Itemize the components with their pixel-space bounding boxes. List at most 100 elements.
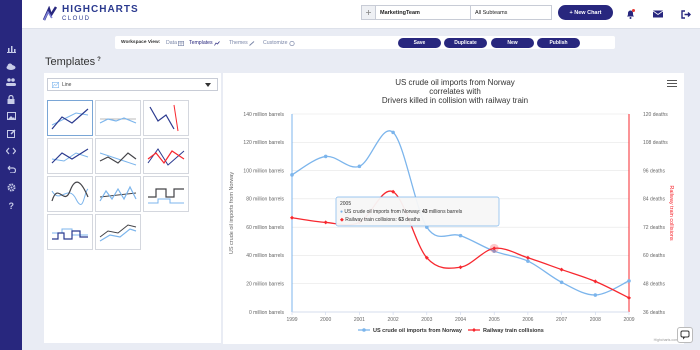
undo-icon[interactable] xyxy=(0,162,22,176)
template-preview-icon xyxy=(52,228,88,240)
series-oil-point xyxy=(526,259,530,263)
lock-icon[interactable] xyxy=(0,92,22,106)
template-preview-icon xyxy=(149,104,179,132)
template-thumbnail[interactable] xyxy=(143,100,189,136)
logo-mark-icon xyxy=(42,6,58,21)
tab-templates-label: Templates xyxy=(189,40,213,46)
brush-icon xyxy=(248,40,255,46)
series-oil-point xyxy=(357,164,362,169)
workspace-toolbar: Workspace View: Data Templates Themes Cu… xyxy=(115,36,615,49)
series-oil-point xyxy=(559,280,564,285)
tooltip-year: 2005 xyxy=(340,201,351,207)
x-tick-label: 2002 xyxy=(388,317,399,323)
x-tick-label: 2008 xyxy=(590,317,601,323)
workspace-view-label: Workspace View: xyxy=(121,40,161,45)
x-tick-label: 2004 xyxy=(455,317,466,323)
logout-icon[interactable] xyxy=(680,8,692,20)
y-axis-title: US crude oil imports from Norway xyxy=(229,172,235,254)
tab-themes[interactable]: Themes xyxy=(229,40,255,46)
team-select[interactable]: MarketingTeam xyxy=(376,6,471,19)
code-icon[interactable] xyxy=(0,144,22,158)
bell-icon[interactable] xyxy=(624,8,636,20)
subteam-select[interactable]: All Subteams xyxy=(471,6,551,19)
template-type-dropdown[interactable]: Line xyxy=(47,78,218,91)
new-button[interactable]: New xyxy=(491,38,534,48)
cloud-icon[interactable] xyxy=(0,59,22,73)
series-collisions-point xyxy=(525,255,530,260)
template-thumbnail[interactable] xyxy=(143,138,189,174)
help-icon[interactable]: ? xyxy=(0,198,22,212)
tab-customize[interactable]: Customize xyxy=(263,40,295,46)
template-thumbnail[interactable] xyxy=(47,138,93,174)
gear-icon[interactable] xyxy=(0,180,22,194)
template-thumbnail[interactable] xyxy=(95,100,141,136)
y-tick-label: 100 million barrels xyxy=(243,168,284,174)
y2-tick-label: 96 deaths xyxy=(643,168,665,174)
new-chart-button[interactable]: + New Chart xyxy=(558,5,613,20)
template-thumbnail[interactable] xyxy=(95,214,141,250)
series-oil-point xyxy=(290,173,294,177)
template-thumbnail[interactable] xyxy=(47,214,93,250)
publish-button[interactable]: Publish xyxy=(537,38,580,48)
y-tick-label: 40 million barrels xyxy=(246,253,284,259)
template-preview-icon xyxy=(99,152,137,166)
sidebar: ? xyxy=(0,0,22,350)
chevron-down-icon xyxy=(205,83,211,87)
y-tick-label: 80 million barrels xyxy=(246,197,284,203)
x-tick-label: 2007 xyxy=(556,317,567,323)
x-tick-label: 2003 xyxy=(421,317,432,323)
series-oil-point xyxy=(593,293,598,297)
series-collisions-point xyxy=(458,265,463,270)
save-button[interactable]: Save xyxy=(398,38,441,48)
line-chart-icon xyxy=(52,81,59,88)
series-oil-point xyxy=(458,233,463,238)
tooltip-line-oil: ● US crude oil imports from Norway: 43 m… xyxy=(340,209,463,215)
credits-label: Highcharts.com xyxy=(654,338,678,342)
legend-oil-marker xyxy=(362,328,366,332)
table-icon xyxy=(177,40,184,46)
series-collisions-point xyxy=(593,279,598,284)
template-thumbnail[interactable] xyxy=(143,176,189,212)
feedback-button[interactable] xyxy=(677,327,693,343)
brand-name: HIGHCHARTS xyxy=(62,4,139,15)
info-icon[interactable]: ? xyxy=(97,57,101,63)
users-icon[interactable] xyxy=(0,75,22,89)
template-preview-icon xyxy=(51,181,89,205)
chart-title-line: correlates with xyxy=(429,87,481,96)
y-tick-label: 0 million barrels xyxy=(249,310,285,316)
charts-icon[interactable] xyxy=(0,42,22,56)
edit-icon[interactable] xyxy=(0,126,22,140)
duplicate-button[interactable]: Duplicate xyxy=(444,38,487,48)
highcharts-logo[interactable]: HIGHCHARTS CLOUD xyxy=(42,5,139,22)
y2-tick-label: 60 deaths xyxy=(643,253,665,259)
chart-title-line: Drivers killed in collision with railway… xyxy=(382,96,528,105)
tab-templates[interactable]: Templates xyxy=(189,40,220,46)
svg-text:?: ? xyxy=(9,201,15,210)
x-tick-label: 2005 xyxy=(489,317,500,323)
template-thumbnail[interactable] xyxy=(47,176,93,212)
image-icon[interactable] xyxy=(0,109,22,123)
template-thumbnail[interactable] xyxy=(95,138,141,174)
y-tick-label: 140 million barrels xyxy=(243,112,284,118)
template-preview-icon xyxy=(51,108,89,130)
team-switch-icon[interactable] xyxy=(362,6,376,19)
series-collisions-point xyxy=(323,220,328,225)
team-selector[interactable]: MarketingTeam All Subteams xyxy=(361,5,552,20)
y2-tick-label: 108 deaths xyxy=(643,140,668,146)
top-bar: HIGHCHARTS CLOUD MarketingTeam All Subte… xyxy=(22,0,700,29)
mail-icon[interactable] xyxy=(652,8,664,20)
tab-themes-label: Themes xyxy=(229,40,248,46)
line-chart-icon xyxy=(213,40,220,46)
chart-title-line: US crude oil imports from Norway xyxy=(395,78,515,87)
series-oil-point xyxy=(627,279,631,283)
y-tick-label: 120 million barrels xyxy=(243,140,284,146)
template-thumbnail[interactable] xyxy=(47,100,93,136)
hamburger-menu-icon[interactable] xyxy=(667,80,677,88)
template-thumbnail[interactable] xyxy=(95,176,141,212)
tab-data[interactable]: Data xyxy=(166,40,184,46)
y2-tick-label: 84 deaths xyxy=(643,197,665,203)
template-preview-icon xyxy=(99,224,137,242)
y-tick-label: 60 million barrels xyxy=(246,225,284,231)
series-oil-point xyxy=(391,130,395,135)
templates-title: Templates xyxy=(45,56,96,68)
